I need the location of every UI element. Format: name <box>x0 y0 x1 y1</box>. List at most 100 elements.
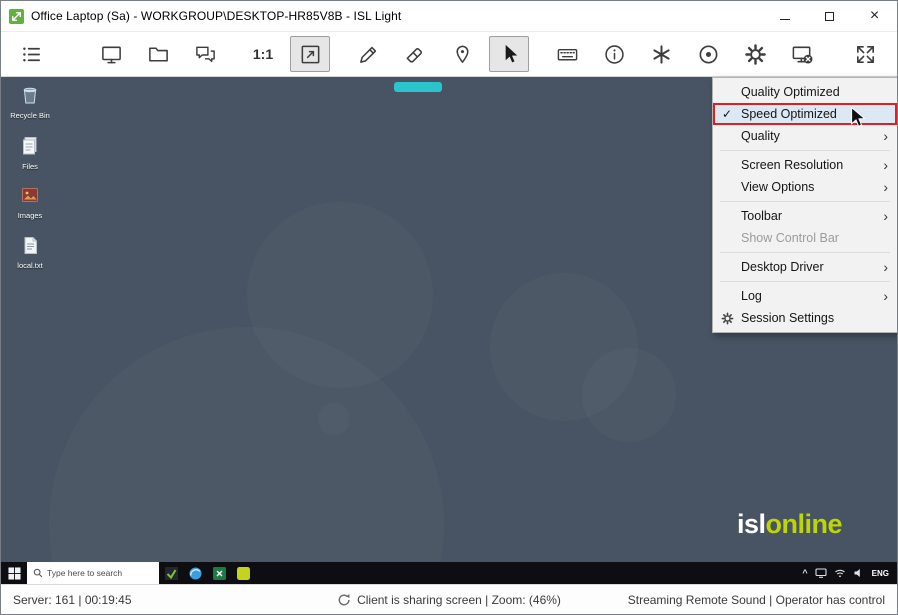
islonline-logo: islonline <box>736 509 843 540</box>
gear-icon <box>721 312 733 324</box>
isl-session-tab[interactable] <box>394 82 442 92</box>
gear-icon <box>744 43 766 65</box>
titlebar: Office Laptop (Sa) - WORKGROUP\DESKTOP-H… <box>1 1 897 32</box>
taskbar-app-1[interactable] <box>159 562 183 584</box>
desktop-icon-list: Recycle Bin Files Images local.txt <box>7 85 53 271</box>
menu-item-screen-resolution[interactable]: Screen Resolution › <box>713 154 897 176</box>
status-sharing-text: Client is sharing screen | Zoom: (46%) <box>357 592 561 607</box>
submenu-arrow-icon: › <box>883 128 888 144</box>
tray-network-icon[interactable] <box>834 567 846 579</box>
fit-to-screen-button[interactable] <box>290 36 330 72</box>
menu-item-view-options[interactable]: View Options › <box>713 176 897 198</box>
browser-globe-icon <box>189 567 201 579</box>
fullscreen-button[interactable] <box>845 36 885 72</box>
desktop-icon-local-txt[interactable]: local.txt <box>7 236 53 271</box>
recording-button[interactable] <box>688 36 728 72</box>
search-icon <box>33 568 43 578</box>
menu-item-speed-optimized[interactable]: ✓ Speed Optimized <box>713 103 897 125</box>
spreadsheet-icon <box>212 566 226 580</box>
menu-item-toolbar[interactable]: Toolbar › <box>713 205 897 227</box>
toolbar: 1:1 <box>1 32 897 77</box>
start-button[interactable] <box>1 562 27 584</box>
system-tray: ^ ENG <box>802 567 897 579</box>
folder-icon <box>148 47 168 61</box>
taskbar-app-3[interactable] <box>207 562 231 584</box>
desktop-icon-label: Images <box>17 211 43 221</box>
pointer-button[interactable] <box>489 36 529 72</box>
taskbar-app-2[interactable] <box>183 562 207 584</box>
maximize-icon <box>825 11 834 21</box>
isl-light-window: Office Laptop (Sa) - WORKGROUP\DESKTOP-H… <box>0 0 898 615</box>
tray-chevron-icon[interactable]: ^ <box>802 568 807 578</box>
draw-button[interactable] <box>348 36 388 72</box>
status-server-info: Server: 161 | 00:19:45 <box>13 592 132 607</box>
menu-item-log[interactable]: Log › <box>713 285 897 307</box>
close-icon: × <box>869 7 880 24</box>
status-stream-info: Streaming Remote Sound | Operator has co… <box>627 592 885 607</box>
window-controls: × <box>762 1 897 31</box>
logo-online: online <box>765 509 843 539</box>
menu-item-quality[interactable]: Quality › <box>713 125 897 147</box>
submenu-arrow-icon: › <box>883 179 888 195</box>
session-list-button[interactable] <box>11 36 51 72</box>
keyboard-icon <box>557 48 577 60</box>
chat-icon <box>195 46 215 62</box>
eraser-button[interactable] <box>395 36 435 72</box>
menu-item-quality-optimized[interactable]: Quality Optimized <box>713 81 897 103</box>
keyboard-button[interactable] <box>547 36 587 72</box>
tray-volume-icon[interactable] <box>853 567 865 579</box>
one-to-one-button[interactable]: 1:1 <box>243 36 283 72</box>
remote-taskbar: Type here to search ^ ENG <box>1 562 897 584</box>
app-1-icon <box>164 566 178 580</box>
minimize-icon <box>779 18 790 20</box>
submenu-arrow-icon: › <box>883 157 888 173</box>
submenu-arrow-icon: › <box>883 288 888 304</box>
desktop-icon-images[interactable]: Images <box>7 186 53 221</box>
desktop-icon-label: Files <box>22 161 38 171</box>
logo-isl: isl <box>736 509 766 539</box>
notes-icon <box>236 566 250 580</box>
mouse-cursor-icon <box>851 107 866 127</box>
menu-separator <box>720 201 890 202</box>
info-icon <box>604 44 624 64</box>
menu-item-session-settings[interactable]: Session Settings <box>713 307 897 329</box>
session-info-button[interactable] <box>594 36 634 72</box>
menu-item-desktop-driver[interactable]: Desktop Driver › <box>713 256 897 278</box>
record-target-icon <box>699 45 717 63</box>
menu-separator <box>720 281 890 282</box>
desktop-icon-label: Recycle Bin <box>10 111 50 120</box>
desktop-button[interactable] <box>91 36 131 72</box>
session-list-icon <box>22 47 40 61</box>
fit-to-screen-icon <box>301 45 319 63</box>
maximize-button[interactable] <box>807 1 852 31</box>
recycle-bin-icon <box>21 85 39 110</box>
text-file-icon <box>23 236 38 260</box>
sync-icon <box>338 593 350 605</box>
fullscreen-icon <box>856 45 874 63</box>
taskbar-app-4[interactable] <box>231 562 255 584</box>
close-button[interactable]: × <box>852 1 897 31</box>
file-transfer-button[interactable] <box>138 36 178 72</box>
tools-asterisk-icon <box>652 44 670 64</box>
check-icon: ✓ <box>721 107 733 121</box>
minimize-button[interactable] <box>762 1 807 31</box>
windows-logo-icon <box>7 566 21 580</box>
status-bar: Server: 161 | 00:19:45 Client is sharing… <box>1 584 897 614</box>
chat-button[interactable] <box>185 36 225 72</box>
menu-separator <box>720 252 890 253</box>
taskbar-search[interactable]: Type here to search <box>27 562 159 584</box>
settings-button[interactable] <box>735 36 775 72</box>
pen-icon <box>359 46 376 63</box>
tools-button[interactable] <box>641 36 681 72</box>
isl-app-icon <box>9 8 24 24</box>
images-icon <box>21 186 39 210</box>
desktop-icon-files[interactable]: Files <box>7 136 53 172</box>
menu-item-show-control-bar: Show Control Bar <box>741 231 839 245</box>
tray-display-icon[interactable] <box>815 567 827 579</box>
wallpaper-circle <box>318 403 350 435</box>
end-desktop-button[interactable] <box>782 36 822 72</box>
cursor-icon <box>505 44 517 62</box>
tray-language[interactable]: ENG <box>872 569 889 578</box>
desktop-icon-recycle-bin[interactable]: Recycle Bin <box>7 85 53 121</box>
laser-pointer-button[interactable] <box>442 36 482 72</box>
